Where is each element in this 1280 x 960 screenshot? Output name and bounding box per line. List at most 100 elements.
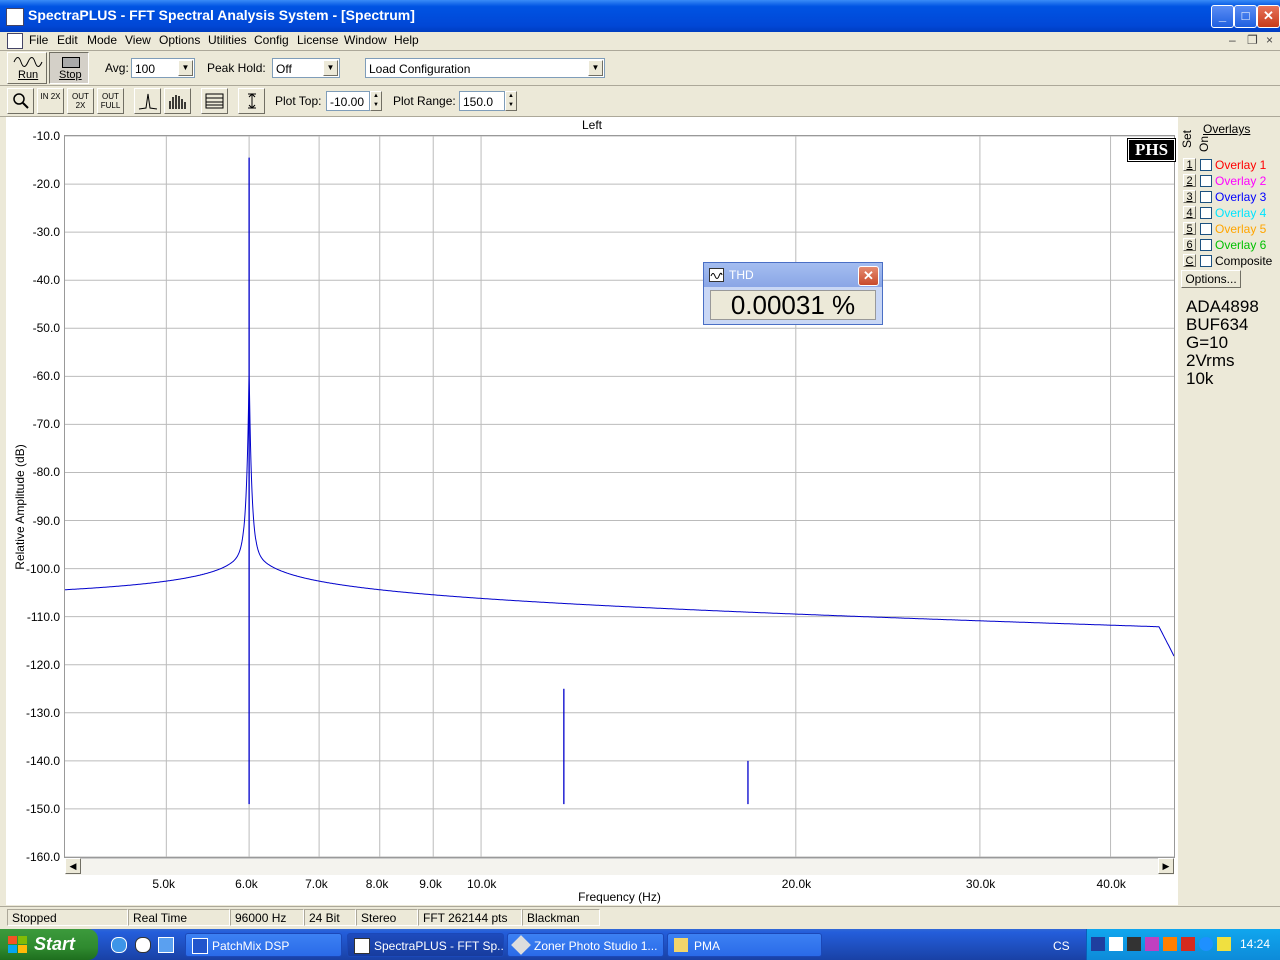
overlay-set-button[interactable]: 4 <box>1183 206 1196 219</box>
task-spectraplus[interactable]: SpectraPLUS - FFT Sp... <box>347 933 504 957</box>
thd-window[interactable]: THD ✕ 0.00031 % <box>703 262 883 325</box>
options-button[interactable]: Options... <box>1181 270 1241 288</box>
tray-antivirus-icon[interactable] <box>1181 937 1195 951</box>
mdi-minimize-button[interactable]: – <box>1229 33 1236 47</box>
folder-icon <box>674 938 688 952</box>
zoom-in-button[interactable]: IN 2X <box>37 88 64 114</box>
menu-edit[interactable]: Edit <box>57 33 78 47</box>
title-bar: SpectraPLUS - FFT Spectral Analysis Syst… <box>0 0 1280 32</box>
clock: 14:24 <box>1240 937 1271 951</box>
scroll-left-button[interactable]: ◀ <box>65 858 81 874</box>
overlay-set-button[interactable]: 1 <box>1183 158 1196 171</box>
tray-security-icon[interactable] <box>1163 937 1177 951</box>
chevron-down-icon[interactable]: ▼ <box>323 60 338 76</box>
overlay-set-button[interactable]: 3 <box>1183 190 1196 203</box>
task-label: PMA <box>694 939 721 953</box>
y-scale-button[interactable] <box>238 88 265 114</box>
line-plot-icon <box>138 93 158 110</box>
menu-options[interactable]: Options <box>159 33 200 47</box>
bar-plot-button[interactable] <box>164 88 191 114</box>
tray-audio-icon[interactable] <box>1127 937 1141 951</box>
tray-network-icon[interactable] <box>1091 937 1105 951</box>
avg-label: Avg: <box>105 61 129 75</box>
peak-hold-select[interactable]: Off ▼ <box>272 58 340 78</box>
start-button[interactable]: Start <box>0 929 98 960</box>
menu-window[interactable]: Window <box>344 33 387 47</box>
overlay-on-checkbox[interactable] <box>1200 175 1212 187</box>
avg-select[interactable]: 100 ▼ <box>131 58 195 78</box>
task-patchmix[interactable]: PatchMix DSP <box>185 933 342 957</box>
overlay-on-checkbox[interactable] <box>1200 223 1212 235</box>
menu-view[interactable]: View <box>125 33 151 47</box>
overlay-set-button[interactable]: 5 <box>1183 222 1196 235</box>
overlay-on-checkbox[interactable] <box>1200 255 1212 267</box>
vertical-scale-icon <box>248 93 256 109</box>
table-button[interactable] <box>201 88 228 114</box>
language-indicator[interactable]: CS <box>1053 939 1070 953</box>
thd-close-icon[interactable]: ✕ <box>858 266 879 286</box>
overlay-on-checkbox[interactable] <box>1200 159 1212 171</box>
overlay-label: Overlay 6 <box>1215 238 1267 252</box>
tray-battery-icon[interactable] <box>1217 937 1231 951</box>
menu-license[interactable]: License <box>297 33 338 47</box>
avg-value: 100 <box>135 62 156 76</box>
y-tick-label: -10.0 <box>32 129 60 143</box>
note-line-1: ADA4898 <box>1186 297 1259 316</box>
menu-mode[interactable]: Mode <box>87 33 117 47</box>
tray-app-icon[interactable] <box>1145 937 1159 951</box>
overlay-set-button[interactable]: 6 <box>1183 238 1196 251</box>
menu-utilities[interactable]: Utilities <box>208 33 247 47</box>
x-tick-label: 20.0k <box>781 877 812 891</box>
minimize-button[interactable]: _ <box>1211 5 1234 28</box>
y-tick-label: -50.0 <box>32 321 60 336</box>
x-tick-label: 10.0k <box>467 877 497 891</box>
media-player-icon[interactable] <box>135 937 151 953</box>
plot-top-input[interactable]: -10.00 <box>326 91 370 111</box>
zoom-tool-button[interactable] <box>7 88 34 114</box>
menu-file[interactable]: File <box>29 33 48 47</box>
task-zoner[interactable]: Zoner Photo Studio 1... <box>507 933 664 957</box>
plot-top-spinner[interactable]: ▲ ▼ <box>370 91 382 111</box>
close-button[interactable]: ✕ <box>1257 5 1280 28</box>
stop-icon <box>62 57 80 68</box>
note-line-3: G=10 <box>1186 333 1229 352</box>
overlay-on-checkbox[interactable] <box>1200 191 1212 203</box>
menu-config[interactable]: Config <box>254 33 289 47</box>
horizontal-scrollbar[interactable] <box>65 858 1174 875</box>
config-select[interactable]: Load Configuration ▼ <box>365 58 605 78</box>
overlay-on-checkbox[interactable] <box>1200 239 1212 251</box>
stop-button[interactable]: Stop <box>49 52 89 84</box>
overlay-set-button[interactable]: C <box>1183 254 1196 267</box>
chevron-down-icon[interactable]: ▼ <box>178 60 193 76</box>
document-icon[interactable] <box>7 33 23 49</box>
scroll-right-button[interactable]: ▶ <box>1158 858 1174 874</box>
plot-range-spinner[interactable]: ▲ ▼ <box>505 91 517 111</box>
zoom-out-button[interactable]: OUT 2X <box>67 88 94 114</box>
tray-volume-icon[interactable] <box>1109 937 1123 951</box>
line-plot-button[interactable] <box>134 88 161 114</box>
app-icon[interactable] <box>6 8 24 26</box>
overlay-label: Composite <box>1215 254 1273 268</box>
mdi-close-button[interactable]: × <box>1266 33 1273 47</box>
run-button[interactable]: Run <box>7 52 47 84</box>
status-window-type: Blackman <box>522 909 600 926</box>
menu-help[interactable]: Help <box>394 33 419 47</box>
overlay-set-button[interactable]: 2 <box>1183 174 1196 187</box>
task-pma-folder[interactable]: PMA <box>667 933 822 957</box>
overlays-header: Overlays <box>1203 122 1251 136</box>
plot-range-input[interactable]: 150.0 <box>459 91 505 111</box>
browser-icon[interactable] <box>111 937 127 953</box>
zoom-full-button[interactable]: OUT FULL <box>97 88 124 114</box>
y-tick-label: -20.0 <box>32 177 60 192</box>
maximize-button[interactable]: □ <box>1234 5 1257 28</box>
plot-area[interactable] <box>64 135 1175 858</box>
overlay-on-checkbox[interactable] <box>1200 207 1212 219</box>
mdi-restore-button[interactable]: ❐ <box>1247 33 1258 47</box>
y-tick-label: -140.0 <box>25 753 60 768</box>
thd-titlebar[interactable]: THD ✕ <box>704 263 882 287</box>
status-sample-rate: 96000 Hz <box>230 909 304 926</box>
quick-launch-icon[interactable] <box>158 937 174 953</box>
chevron-down-icon[interactable]: ▼ <box>588 60 603 76</box>
x-tick-label: 5.0k <box>152 877 175 891</box>
tray-update-icon[interactable] <box>1199 937 1213 951</box>
